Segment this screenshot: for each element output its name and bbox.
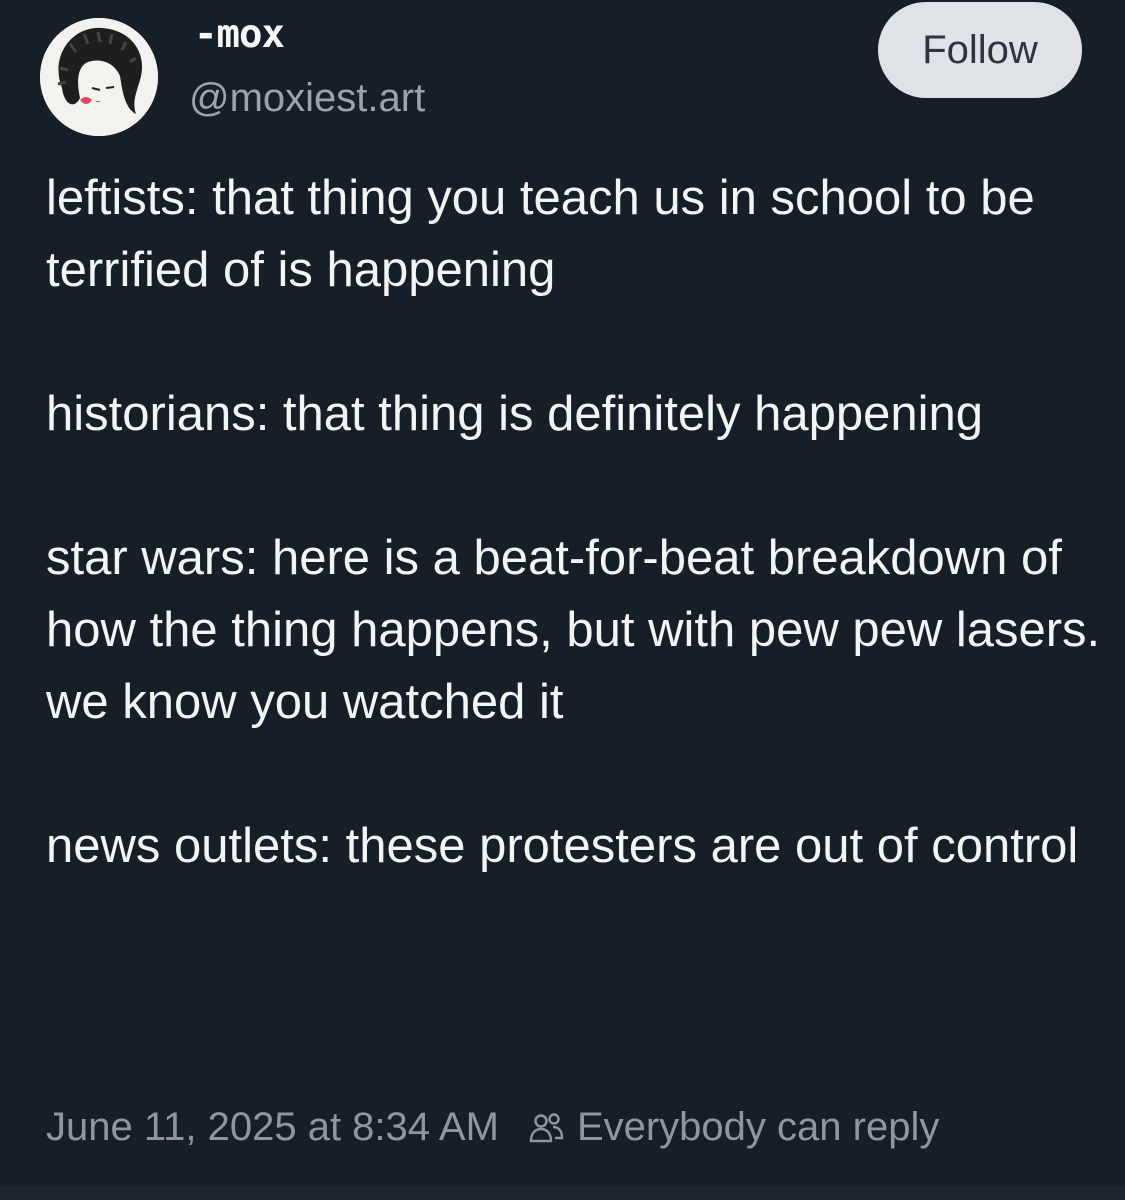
avatar-drawing-icon: ~ <box>40 18 158 136</box>
follow-button[interactable]: Follow <box>878 2 1082 98</box>
post-card: ~ -mox @moxiest.art Follow leftists: tha… <box>0 0 1125 1200</box>
people-icon <box>527 1108 567 1148</box>
reply-setting: Everybody can reply <box>576 1105 940 1149</box>
display-name[interactable]: -mox <box>194 12 285 57</box>
author-handle[interactable]: @moxiest.art <box>189 76 425 121</box>
post-timestamp[interactable]: June 11, 2025 at 8:34 AM <box>46 1105 499 1150</box>
post-paragraph: historians: that thing is definitely hap… <box>46 387 984 441</box>
post-footer: June 11, 2025 at 8:34 AM Everybody can r… <box>46 1105 939 1150</box>
divider <box>0 1186 1125 1200</box>
post-paragraph: news outlets: these protesters are out o… <box>46 819 1079 873</box>
svg-text:~: ~ <box>95 98 101 106</box>
post-paragraph: leftists: that thing you teach us in sch… <box>46 171 1035 297</box>
avatar[interactable]: ~ <box>40 18 158 136</box>
post-paragraph: star wars: here is a beat-for-beat break… <box>46 531 1101 729</box>
post-text: leftists: that thing you teach us in sch… <box>46 162 1106 882</box>
